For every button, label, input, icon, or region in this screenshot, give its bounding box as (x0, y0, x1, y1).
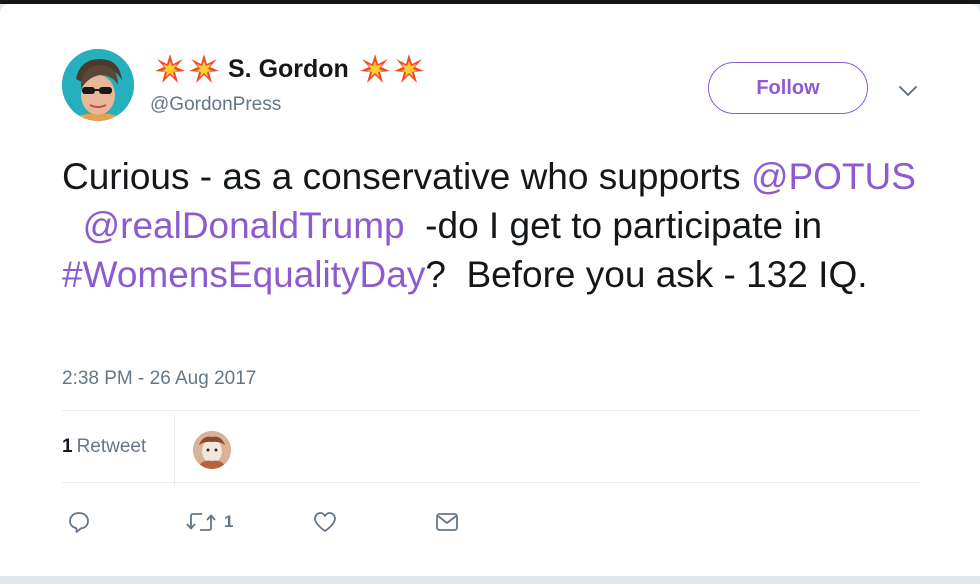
retweet-button[interactable]: 1 (186, 508, 233, 536)
retweeter-avatar[interactable] (193, 431, 231, 469)
collision-emoji-icon (359, 53, 391, 85)
stats-divider (174, 415, 175, 486)
heart-icon (314, 512, 336, 532)
retweet-action-count: 1 (224, 512, 234, 531)
tweet-text: Curious - as a conservative who supports… (62, 152, 932, 299)
user-handle[interactable]: @GordonPress (150, 94, 281, 116)
display-name[interactable]: S. Gordon (228, 55, 349, 84)
bottom-edge (0, 576, 980, 584)
reply-button[interactable] (67, 508, 91, 536)
collision-emoji-icon (393, 53, 425, 85)
retweet-stats[interactable]: 1 Retweet (62, 436, 146, 458)
divider (62, 410, 920, 411)
direct-message-button[interactable] (434, 508, 460, 536)
follow-button[interactable]: Follow (708, 62, 868, 114)
divider (62, 482, 920, 483)
avatar[interactable] (62, 49, 134, 121)
tweet-timestamp[interactable]: 2:38 PM - 26 Aug 2017 (62, 368, 256, 390)
name-row: S. Gordon (154, 51, 427, 87)
collision-emoji-icon (154, 53, 186, 85)
retweet-stat-number: 1 (62, 436, 73, 457)
envelope-icon (436, 513, 458, 531)
chevron-down-icon[interactable] (898, 84, 918, 98)
reply-icon (69, 512, 89, 533)
hashtag-link[interactable]: #WomensEqualityDay (62, 254, 425, 295)
tweet-text-segment (62, 205, 83, 246)
tweet-text-segment: -do I get to participate in (404, 205, 833, 246)
tweet-card: S. Gordon @GordonPress Follow Curious - … (0, 4, 980, 576)
collision-emoji-icon (188, 53, 220, 85)
retweet-stat-label: Retweet (76, 436, 147, 457)
tweet-text-segment: ? Before you ask - 132 IQ. (425, 254, 868, 295)
like-button[interactable] (312, 508, 338, 536)
tweet-text-segment: Curious - as a conservative who supports (62, 156, 751, 197)
mention-link-realdonaldtrump[interactable]: @realDonaldTrump (83, 205, 405, 246)
retweet-icon (186, 513, 216, 531)
mention-link-potus[interactable]: @POTUS (751, 156, 916, 197)
